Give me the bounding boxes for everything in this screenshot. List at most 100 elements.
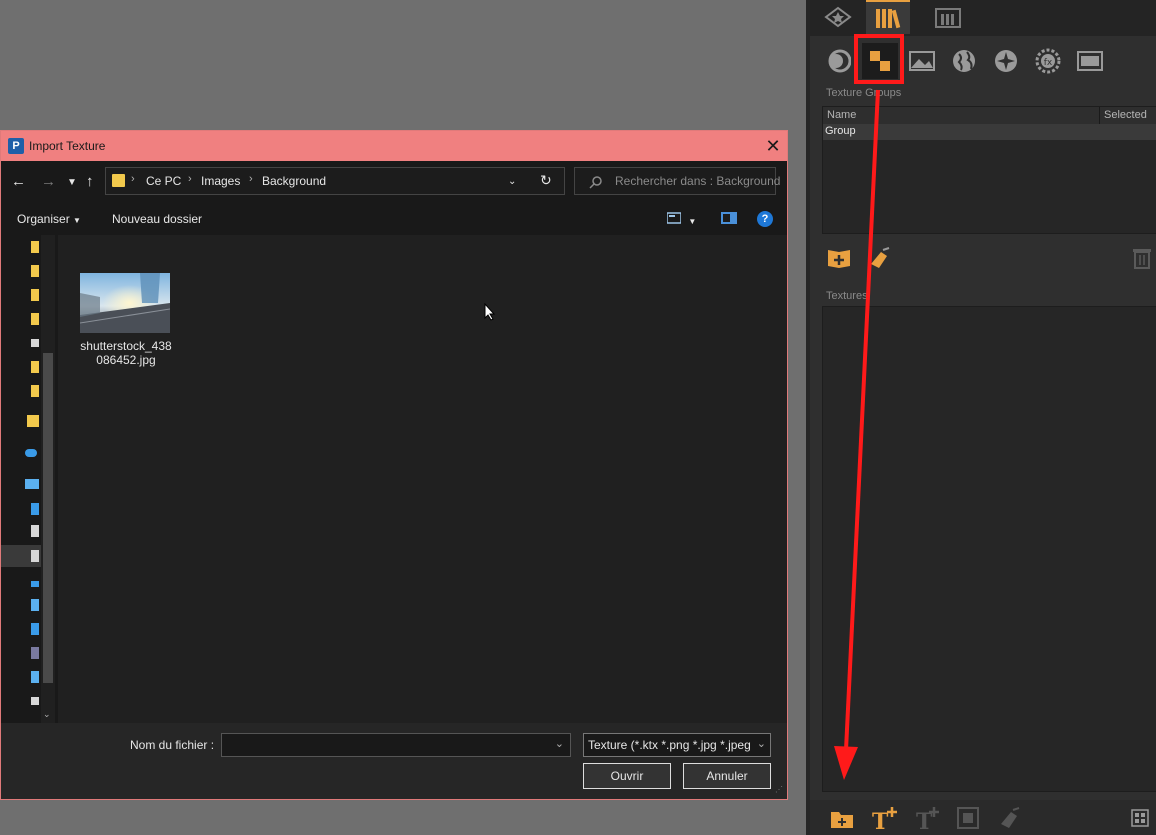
scroll-down-icon[interactable]: ⌄ [43,709,51,720]
textures-label: Textures [826,290,868,302]
dialog-title: Import Texture [29,139,106,153]
delete-group-button[interactable] [1128,244,1156,272]
favorites-tab[interactable] [816,0,860,34]
documents-icon[interactable] [31,525,39,537]
breadcrumb-background[interactable]: Background [262,174,326,188]
breadcrumb-images[interactable]: Images [201,174,240,188]
environment-button[interactable] [946,43,982,79]
folder-icon[interactable] [31,241,39,253]
desktop-icon[interactable] [31,503,39,515]
add-folder-button[interactable] [828,804,856,832]
scrollbar-thumb[interactable] [43,353,53,683]
clean-group-button[interactable] [866,244,894,272]
image-button[interactable] [904,43,940,79]
breadcrumb-ce-pc[interactable]: Ce PC [146,174,181,188]
dialog-titlebar[interactable]: P Import Texture ✕ [1,131,787,161]
folder-books-icon [935,8,961,28]
folder-icon[interactable] [31,385,39,397]
backplate-film-icon [1077,51,1103,71]
chevron-right-icon: › [131,173,135,185]
add-folder-icon [831,812,853,828]
right-panel: fx Texture Groups Name Selected Group Te… [806,0,1156,835]
import-texture-button[interactable]: T [912,804,940,832]
clean-textures-button[interactable] [996,804,1024,832]
table-row[interactable]: Group [823,124,1156,140]
lighting-button[interactable] [988,43,1024,79]
library-books-icon [876,9,901,29]
trash-icon [1133,249,1151,269]
texture-preview-button[interactable] [954,804,982,832]
address-dropdown-button[interactable]: ⌄ [508,176,516,187]
folder-icon[interactable] [31,265,39,277]
folder-icon[interactable] [31,289,39,301]
column-selected-header[interactable]: Selected [1104,109,1147,121]
resize-grip-icon[interactable]: ⋰ [775,785,783,794]
up-button[interactable]: ↑ [86,173,94,190]
file-list[interactable]: shutterstock_438086452.jpg [58,235,787,723]
music-icon[interactable] [31,581,39,587]
new-folder-button[interactable]: Nouveau dossier [112,212,202,226]
open-button[interactable]: Ouvrir [583,763,671,789]
network-drive-icon[interactable] [31,671,39,683]
add-texture-button[interactable]: T [870,804,898,832]
image-thumbnail [80,273,170,333]
refresh-button[interactable]: ↻ [540,172,552,189]
filename-input[interactable]: ⌄ [221,733,571,757]
material-sphere-icon [828,49,851,73]
svg-text:fx: fx [1044,58,1053,68]
file-type-select[interactable]: Texture (*.ktx *.png *.jpg *.jpeg ⌄ [583,733,771,757]
view-options-button[interactable]: ▼ [666,212,696,227]
dialog-footer: Nom du fichier : ⌄ Texture (*.ktx *.png … [1,723,787,799]
forward-button[interactable]: → [41,173,56,190]
import-texture-dialog: P Import Texture ✕ ← → ▼ ↑ › Ce PC › Ima… [0,130,788,800]
cancel-button[interactable]: Annuler [683,763,771,789]
refresh-icon: ↻ [540,172,552,188]
sidebar-scrollbar[interactable]: ⌄ [41,235,55,723]
objects-3d-icon[interactable] [31,599,39,611]
backplate-button[interactable] [1072,43,1108,79]
search-box[interactable]: Rechercher dans : Background [574,167,780,195]
grid-view-icon [1131,809,1149,827]
arrow-up-icon: ↑ [86,173,94,190]
help-button[interactable]: ? [757,211,773,227]
images-icon [31,550,39,562]
import-texture-icon: T [916,807,939,831]
view-list-icon [666,212,682,224]
drive-icon[interactable] [31,339,39,347]
arrow-right-icon: → [41,173,56,190]
back-button[interactable]: ← [11,173,26,190]
organize-menu[interactable]: Organiser ▼ [17,212,81,226]
recent-locations-button[interactable]: ▼ [67,177,77,188]
shared-folder-icon[interactable] [27,415,39,427]
folder-icon[interactable] [31,361,39,373]
filename-label: Nom du fichier : [130,738,215,752]
this-pc-icon[interactable] [25,479,39,489]
close-button[interactable]: ✕ [761,134,785,158]
search-placeholder: Rechercher dans : Background [615,174,781,188]
library-tab[interactable] [866,0,910,34]
onedrive-cloud-icon[interactable] [25,449,37,457]
navigation-bar: ← → ▼ ↑ › Ce PC › Images › Background ⌄ … [1,161,787,203]
textures-list[interactable] [822,306,1156,792]
preview-pane-button[interactable] [721,212,737,227]
videos-icon[interactable] [31,647,39,659]
view-mode-button[interactable] [1126,804,1154,832]
chevron-right-icon: › [249,173,253,185]
folder-icon[interactable] [31,313,39,325]
downloads-icon[interactable] [31,623,39,635]
effects-button[interactable]: fx [1030,43,1066,79]
chevron-down-icon: ⌄ [756,738,766,750]
material-button[interactable] [820,43,856,79]
sidebar-item-images[interactable] [1,545,41,567]
chevron-down-icon[interactable]: ⌄ [555,737,564,750]
add-group-button[interactable] [826,244,854,272]
panel-tab-bar [810,0,1156,36]
drive-icon[interactable] [31,697,39,705]
folder-icon [112,174,125,187]
groups-toolbar [822,240,1156,280]
file-name: shutterstock_438086452.jpg [80,339,172,367]
address-bar[interactable]: › Ce PC › Images › Background ⌄ ↻ [105,167,565,195]
column-name-header[interactable]: Name [827,109,856,121]
folder-tab[interactable] [926,0,970,34]
svg-text:T: T [872,809,889,831]
